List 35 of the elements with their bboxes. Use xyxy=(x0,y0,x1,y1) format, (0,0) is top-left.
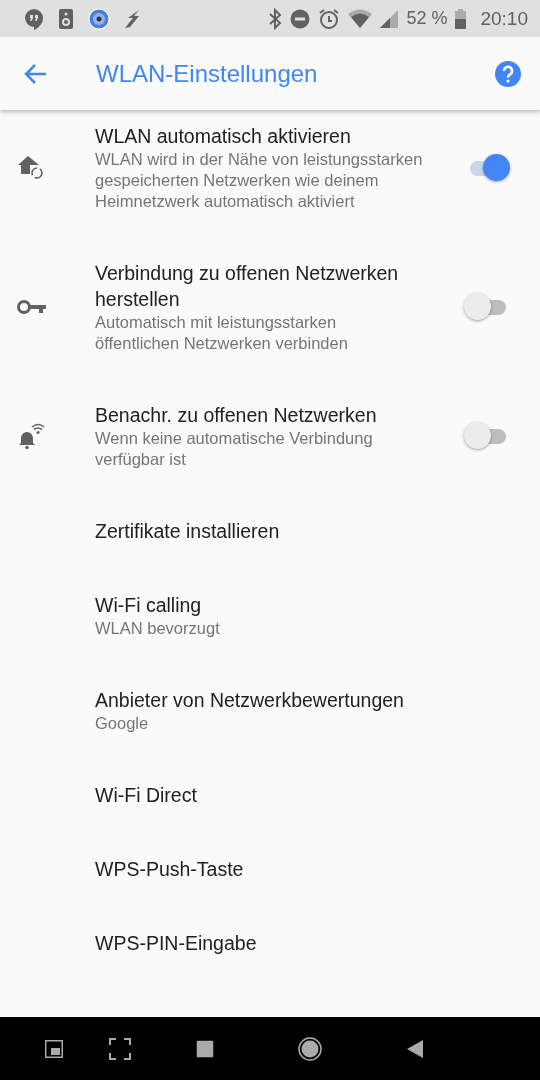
bell-wifi-icon xyxy=(18,422,46,450)
cell-signal-icon xyxy=(380,9,399,28)
clock-time: 20:10 xyxy=(480,7,528,30)
chat-bubble-icon xyxy=(24,7,44,30)
picture-in-picture-button[interactable] xyxy=(45,1039,63,1058)
do-not-disturb-icon xyxy=(290,8,311,29)
setting-title: Anbieter von Netzwerkbewertungen xyxy=(95,688,405,713)
setting-title: WPS-PIN-Eingabe xyxy=(95,931,258,956)
fullscreen-button[interactable] xyxy=(109,1037,131,1060)
setting-summary: Automatisch mit leistungsstarken öffentlichen Netzwerken verbinden xyxy=(95,312,349,354)
setting-summary: Google xyxy=(95,713,150,734)
setting-summary: Wenn keine automatische Verbindung verfügbar ist xyxy=(95,428,374,470)
screen-title: WLAN-Einstellungen xyxy=(96,59,319,88)
setting-title: WLAN automatisch aktivieren xyxy=(95,124,352,149)
setting-title: WPS-Push-Taste xyxy=(95,857,245,882)
help-button[interactable] xyxy=(494,59,522,88)
setting-title: Benachr. zu offenen Netzwerken xyxy=(95,403,378,428)
setting-summary: WLAN bevorzugt xyxy=(95,618,221,639)
setting-title: Zertifikate installieren xyxy=(95,519,281,544)
lightning-bolt-icon xyxy=(124,8,140,29)
alarm-clock-icon xyxy=(318,7,341,30)
speaker-icon xyxy=(58,7,74,30)
battery-icon xyxy=(455,8,467,29)
setting-title: Wi-Fi calling xyxy=(95,593,203,618)
battery-percentage: 52 % xyxy=(406,8,448,29)
setting-title: Wi-Fi Direct xyxy=(95,783,198,808)
disc-icon xyxy=(88,7,110,30)
bluetooth-icon xyxy=(268,7,283,30)
setting-title: Verbindung zu offenen Netzwerken herstellen xyxy=(95,261,400,312)
setting-summary: WLAN wird in der Nähe von leistungsstarken gespeicherten Netzwerken wie deinem Heimnetzwerk automatisch aktiviert xyxy=(95,149,424,212)
wifi-icon xyxy=(348,8,373,29)
home-button[interactable] xyxy=(298,1036,322,1061)
back-button[interactable] xyxy=(407,1039,423,1058)
overview-button[interactable] xyxy=(196,1040,214,1057)
key-icon xyxy=(17,299,47,315)
